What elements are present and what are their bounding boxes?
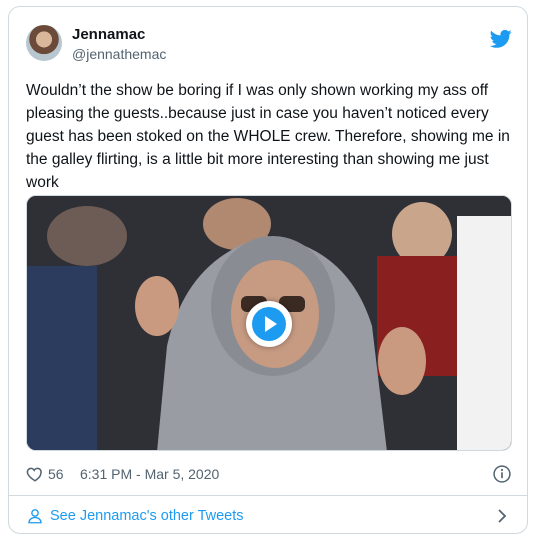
like-count[interactable]: 56 [48, 466, 64, 482]
chevron-right-icon[interactable] [494, 507, 510, 525]
tweet-text: Wouldn’t the show be boring if I was onl… [26, 82, 510, 191]
heart-icon[interactable] [26, 465, 44, 483]
author-handle[interactable]: @jennathemac [72, 45, 166, 63]
tweet-embed-card: Jennamac @jennathemac Wouldn’t the show … [8, 6, 528, 534]
play-triangle [265, 316, 277, 332]
info-icon[interactable] [492, 464, 512, 484]
tweet-meta: 56 6:31 PM - Mar 5, 2020 [26, 463, 512, 485]
see-other-tweets-label: See Jennamac's other Tweets [50, 508, 244, 524]
author-display-name[interactable]: Jennamac [72, 25, 145, 45]
see-other-tweets-link[interactable]: See Jennamac's other Tweets [26, 501, 512, 529]
play-icon [252, 307, 286, 341]
play-button[interactable] [246, 301, 292, 347]
tweet-media-gif[interactable] [26, 195, 512, 451]
avatar[interactable] [26, 25, 62, 61]
twitter-bird-icon[interactable] [490, 29, 512, 49]
tweet-header: Jennamac @jennathemac [26, 23, 512, 67]
divider [9, 495, 527, 496]
person-icon [28, 509, 42, 524]
tweet-timestamp[interactable]: 6:31 PM - Mar 5, 2020 [80, 466, 219, 482]
